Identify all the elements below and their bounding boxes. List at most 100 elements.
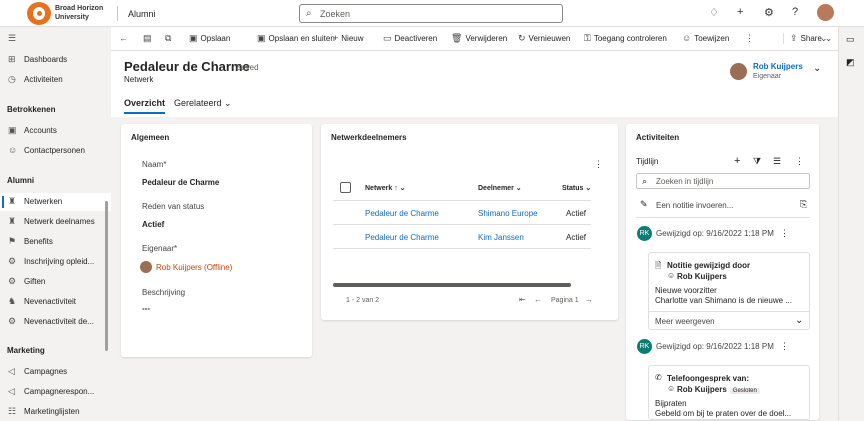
gear-icon[interactable]: ⚙ bbox=[764, 6, 774, 19]
refresh-button[interactable]: ↻ Vernieuwen bbox=[518, 33, 570, 44]
select-all-checkbox[interactable] bbox=[340, 182, 351, 193]
campaign-response-icon: ◁ bbox=[8, 386, 15, 396]
call-author[interactable]: Rob Kuijpers bbox=[677, 385, 727, 394]
status-reason-field[interactable]: Actief bbox=[142, 220, 164, 229]
save-label: Opslaan bbox=[200, 34, 231, 43]
sidebar-item-side-activity-detail[interactable]: ⚙ Nevenactiviteit de... bbox=[0, 313, 111, 331]
person-icon: ☺ bbox=[667, 271, 676, 280]
new-button[interactable]: + Nieuw bbox=[333, 33, 364, 43]
first-page-icon[interactable]: ⇤ bbox=[519, 295, 526, 304]
sidebar-item-activities[interactable]: ◷ Activiteiten bbox=[0, 71, 111, 89]
global-search-placeholder: Zoeken bbox=[320, 9, 351, 19]
contact-icon: ☺ bbox=[8, 145, 18, 155]
note-input[interactable]: Een notitie invoeren... bbox=[656, 201, 733, 210]
row1-network-link[interactable]: Pedaleur de Charme bbox=[365, 209, 439, 218]
sidebar-item-contacts[interactable]: ☺ Contactpersonen bbox=[0, 142, 111, 160]
user-avatar[interactable] bbox=[817, 4, 834, 21]
grid-more-icon[interactable]: ⋮ bbox=[594, 159, 603, 170]
entry-more-icon[interactable]: ⋮ bbox=[780, 228, 789, 239]
gift-icon: ⚙ bbox=[8, 276, 17, 286]
sidebar-item-accounts[interactable]: ▣ Accounts bbox=[0, 122, 111, 140]
grid-horizontal-scrollbar[interactable] bbox=[333, 283, 571, 287]
refresh-label: Vernieuwen bbox=[528, 34, 571, 43]
open-new-window-button[interactable]: ⧉ bbox=[165, 33, 174, 44]
header-expand-chevron-icon[interactable]: ⌄ bbox=[813, 63, 821, 74]
sidebar-item-enrollment[interactable]: ⚙ Inschrijving opleid... bbox=[0, 253, 111, 271]
sidebar-scrollbar[interactable] bbox=[105, 201, 108, 351]
tab-related[interactable]: Gerelateerd ⌄ bbox=[174, 98, 232, 109]
check-access-button[interactable]: ⚿ Toegang controleren bbox=[584, 33, 667, 44]
description-label: Beschrijving bbox=[142, 288, 186, 297]
save-status: - Saved bbox=[231, 63, 259, 72]
timeline-search-input[interactable]: ⌕ Zoeken in tijdlijn bbox=[636, 173, 810, 189]
lightbulb-icon[interactable]: ♢ bbox=[709, 6, 719, 19]
add-icon[interactable]: + bbox=[734, 155, 740, 167]
timeline-entry-call[interactable]: ✆ Telefoongesprek van: ☺ Rob Kuijpers Ges… bbox=[648, 365, 810, 420]
sidebar-item-benefits[interactable]: ⚑ Benefits bbox=[0, 233, 111, 251]
tab-related-label: Gerelateerd bbox=[174, 98, 222, 108]
chevron-down-icon[interactable]: ⌄ bbox=[795, 315, 803, 326]
sidebar-item-network-members[interactable]: ♜ Netwerk deelnames bbox=[0, 213, 111, 231]
column-header-member[interactable]: Deelnemer ⌄ bbox=[478, 184, 522, 192]
help-icon[interactable]: ? bbox=[792, 6, 798, 18]
more-commands-button[interactable]: ⋮ bbox=[745, 33, 757, 44]
sidebar-item-label: Contactpersonen bbox=[24, 146, 85, 155]
column-header-network[interactable]: Netwerk ↑ ⌄ bbox=[365, 184, 406, 192]
timeline-entry-note[interactable]: 🗎 Notitie gewijzigd door ☺ Rob Kuijpers … bbox=[648, 252, 810, 330]
chevron-down-icon: ⌄ bbox=[224, 98, 232, 108]
column-header-status[interactable]: Status ⌄ bbox=[562, 184, 591, 192]
entry-more-icon[interactable]: ⋮ bbox=[780, 341, 789, 352]
sidebar-item-campaign-responses[interactable]: ◁ Campagnerespon... bbox=[0, 383, 111, 401]
show-more-link[interactable]: Meer weergeven bbox=[655, 317, 715, 326]
row2-member-link[interactable]: Kim Janssen bbox=[478, 233, 524, 242]
hamburger-icon: ☰ bbox=[8, 33, 17, 43]
delete-button[interactable]: 🗑 Verwijderen bbox=[451, 33, 507, 44]
sidebar-item-marketing-lists[interactable]: ☷ Marketinglijsten bbox=[0, 403, 111, 421]
dashboard-icon: ⊞ bbox=[8, 54, 16, 64]
deactivate-button[interactable]: ▭ Deactiveren bbox=[383, 33, 437, 44]
column-member-label: Deelnemer bbox=[478, 185, 514, 192]
hamburger-menu[interactable]: ☰ bbox=[0, 30, 111, 48]
record-icon-button[interactable]: ▤ bbox=[143, 33, 155, 44]
sidebar-item-gifts[interactable]: ⚙ Giften bbox=[0, 273, 111, 291]
global-search[interactable]: ⌕ Zoeken bbox=[299, 4, 563, 23]
plus-icon[interactable]: + bbox=[737, 6, 743, 18]
sidebar-item-label: Benefits bbox=[24, 237, 53, 246]
sidepanel-app-icon[interactable]: ◩ bbox=[846, 57, 855, 68]
sidebar-item-label: Marketinglijsten bbox=[24, 407, 80, 416]
next-page-icon[interactable]: → bbox=[585, 295, 593, 304]
note-icon: 🗎 bbox=[655, 261, 662, 270]
status-reason-label: Reden van status bbox=[142, 202, 205, 211]
note-author[interactable]: Rob Kuijpers bbox=[677, 272, 727, 281]
save-button[interactable]: ▣ Opslaan bbox=[189, 33, 230, 44]
name-field[interactable]: Pedaleur de Charme bbox=[142, 178, 219, 187]
tab-overview[interactable]: Overzicht bbox=[124, 98, 166, 114]
previous-page-icon[interactable]: ← bbox=[534, 295, 542, 304]
attachment-icon[interactable]: ⎘ bbox=[800, 199, 807, 210]
sidebar-item-dashboards[interactable]: ⊞ Dashboards bbox=[0, 51, 111, 69]
owner-name-link[interactable]: Rob Kuijpers bbox=[753, 62, 803, 71]
description-field[interactable]: --- bbox=[142, 304, 150, 313]
assign-button[interactable]: ☺ Toewijzen bbox=[682, 33, 729, 43]
save-close-button[interactable]: ▣ Opslaan en sluiten bbox=[257, 33, 335, 44]
sidebar-item-side-activity[interactable]: ♞ Nevenactiviteit bbox=[0, 293, 111, 311]
divider bbox=[636, 217, 810, 218]
sidebar-item-campaigns[interactable]: ◁ Campagnes bbox=[0, 363, 111, 381]
owner-field-link[interactable]: Rob Kuijpers (Offline) bbox=[156, 263, 232, 272]
row2-network-link[interactable]: Pedaleur de Charme bbox=[365, 233, 439, 242]
app-name[interactable]: Alumni bbox=[128, 9, 156, 19]
filter-icon[interactable]: ⧩ bbox=[753, 156, 761, 167]
column-status-label: Status bbox=[562, 185, 584, 192]
call-preview: Gebeld om bij te praten over de doel... bbox=[655, 409, 792, 418]
back-button[interactable]: ← bbox=[119, 33, 131, 43]
status-badge: Gesloten bbox=[729, 388, 760, 394]
sidebar-item-networks[interactable]: ♜ Netwerken bbox=[0, 193, 111, 211]
university-logo[interactable] bbox=[27, 2, 51, 25]
row1-member-link[interactable]: Shimano Europe bbox=[478, 209, 538, 218]
sidebar-item-label: Giften bbox=[24, 277, 46, 286]
sort-icon[interactable]: ☰ bbox=[773, 156, 781, 167]
timeline-more-icon[interactable]: ⋮ bbox=[795, 156, 804, 167]
sidepanel-icon[interactable]: ▭ bbox=[846, 34, 855, 45]
sidebar-section-marketing: Marketing bbox=[7, 346, 45, 355]
expand-button[interactable]: ⌄ bbox=[820, 33, 831, 44]
